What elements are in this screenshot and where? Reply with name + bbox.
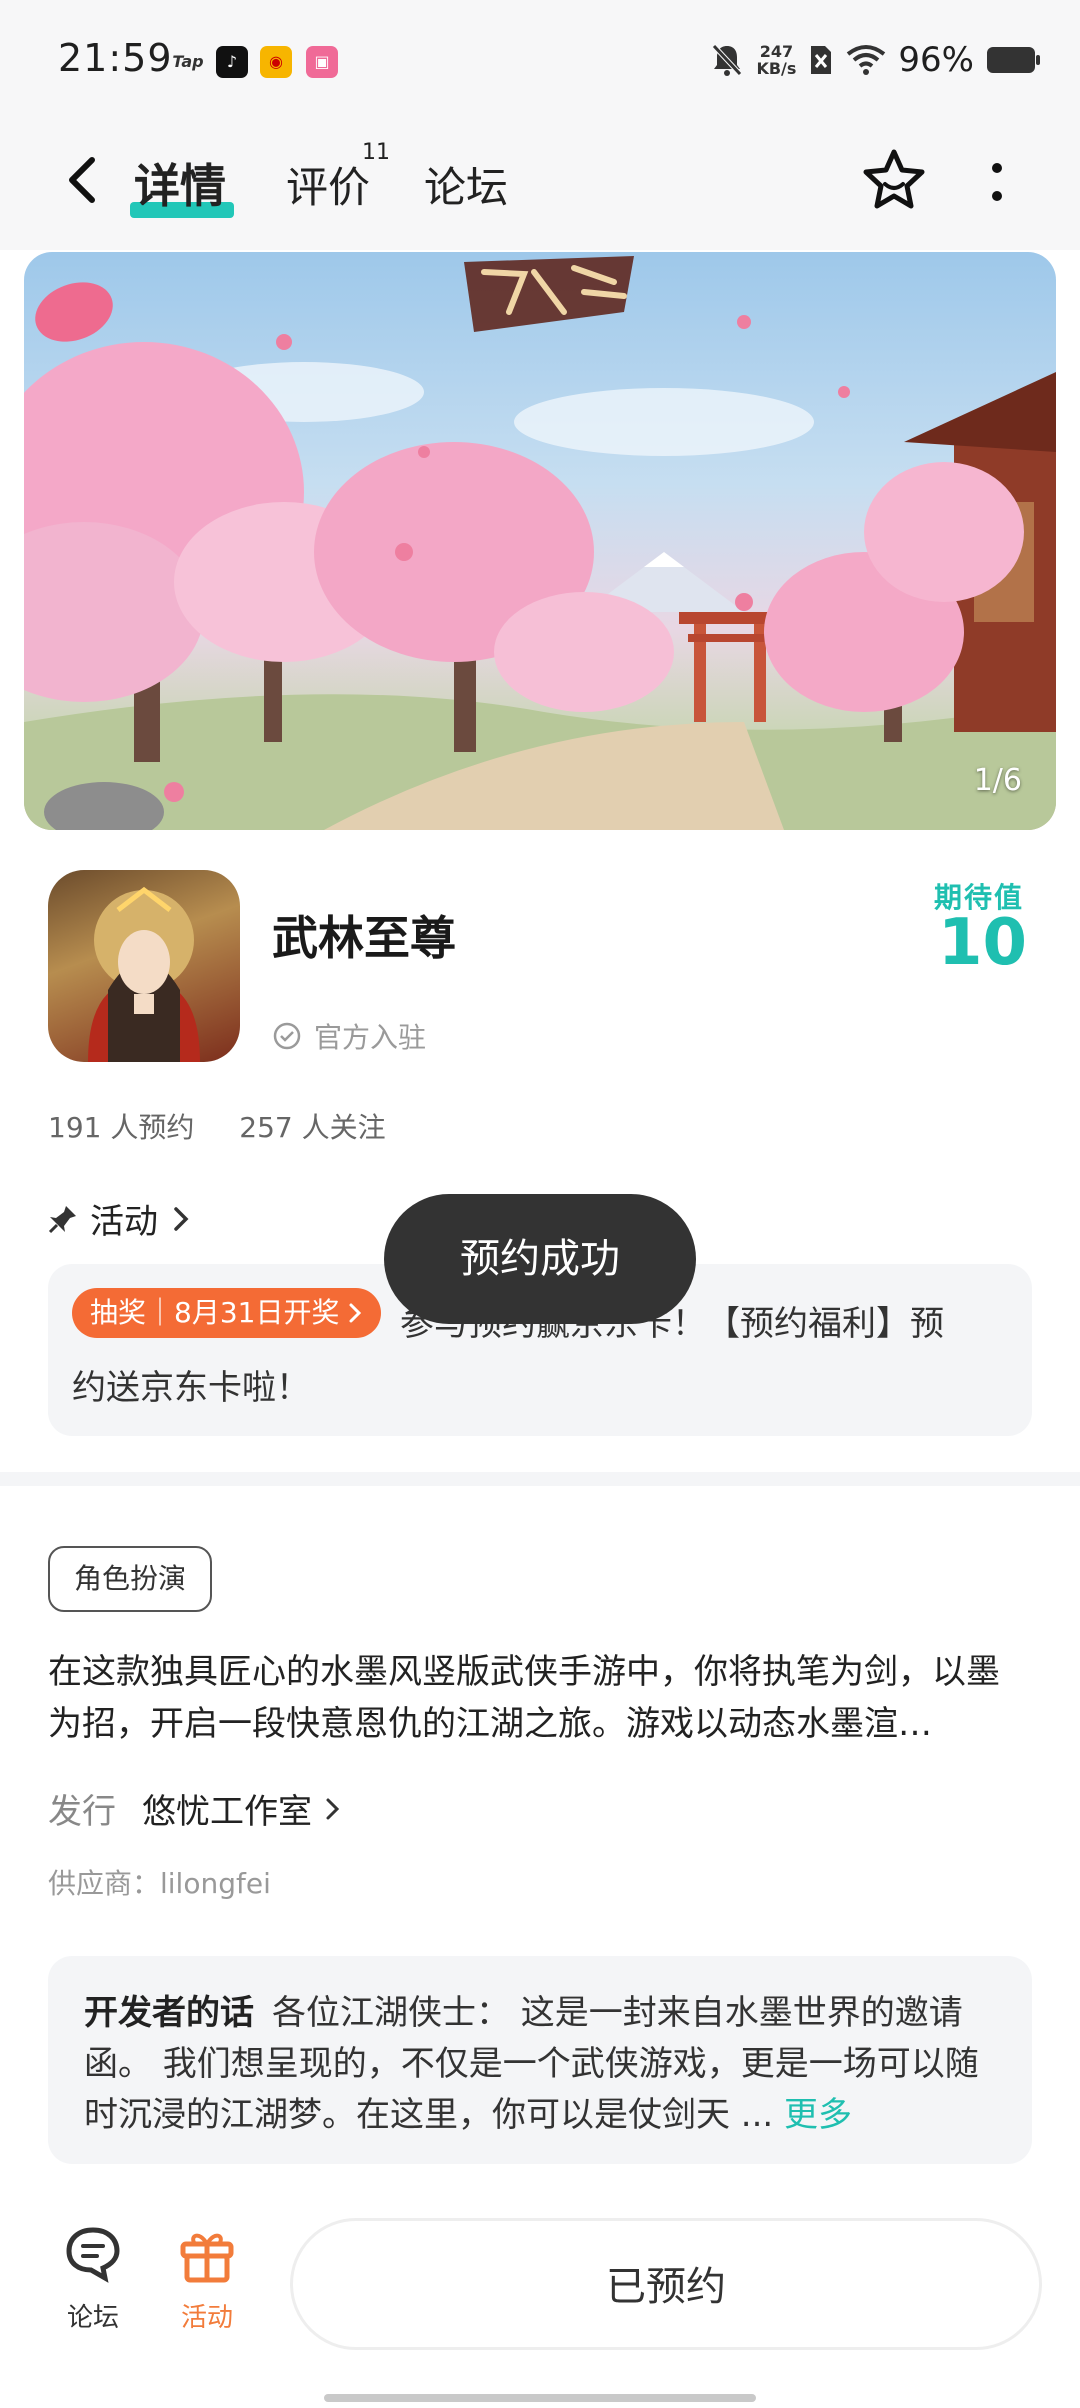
game-logo [464, 256, 634, 332]
bottom-forum-label: 论坛 [66, 2303, 119, 2333]
wifi-icon [847, 45, 886, 75]
bottom-activity-button[interactable]: 活动 [152, 2224, 262, 2334]
lottery-tag: 抽奖｜8月31日开奖 [72, 1288, 382, 1338]
activity-header[interactable]: 活动 [48, 1194, 192, 1243]
section-divider [0, 1472, 1080, 1486]
developer-note-more-link[interactable]: 更多 [784, 2095, 852, 2135]
game-description[interactable]: 在这款独具匠心的水墨风竖版武侠手游中，你将执笔为剑，以墨为招，开启一段快意恩仇的… [48, 1646, 1032, 1750]
developer-note: 开发者的话 各位江湖侠士： 这是一封来自水墨世界的邀请函。 我们想呈现的，不仅是一… [84, 1988, 1004, 2141]
official-badge: 官方入驻 [272, 1016, 426, 1056]
weibo-icon: ◉ [260, 46, 292, 78]
developer-note-card[interactable]: 开发者的话 各位江湖侠士： 这是一封来自水墨世界的邀请函。 我们想呈现的，不仅是一… [48, 1956, 1032, 2164]
more-options-icon[interactable] [982, 158, 1012, 208]
bottom-action-bar: 论坛 活动 已预约 [0, 2192, 1080, 2408]
pin-icon [48, 1205, 76, 1233]
expect-value: 10 [938, 906, 1028, 980]
tiktok-icon: ♪ [216, 46, 248, 78]
net-speed-unit: KB/s [756, 59, 797, 78]
status-bar: 21:59 Tap ♪ ◉ ▣ 247 KB/s 96% [0, 0, 1080, 120]
chevron-right-icon [174, 1206, 189, 1231]
stats-row: 191 人预约 257 人关注 [48, 1106, 422, 1146]
reservation-success-toast: 预约成功 [384, 1194, 696, 1324]
supplier: 供应商：lilongfei [48, 1867, 271, 1900]
publisher-row[interactable]: 发行 悠忧工作室 [48, 1784, 344, 1833]
taptap-icon: Tap [172, 52, 204, 71]
genre-tag[interactable]: 角色扮演 [48, 1546, 213, 1612]
bilibili-icon: ▣ [306, 46, 338, 78]
tab-forum[interactable]: 论坛 [424, 154, 508, 215]
back-arrow-icon[interactable] [54, 150, 114, 210]
publisher-chevron-icon [326, 1798, 340, 1819]
reservation-count: 191 人预约 [48, 1111, 195, 1144]
forum-chat-icon [66, 2227, 120, 2283]
battery-icon [987, 47, 1040, 73]
verified-check-icon [273, 1022, 301, 1050]
tab-reviews[interactable]: 评价 [286, 154, 370, 215]
developer-note-label: 开发者的话 [84, 1993, 254, 2033]
activity-text-line2: 约送京东卡啦！ [72, 1368, 310, 1408]
status-time: 21:59 [58, 36, 173, 80]
reserved-button[interactable]: 已预约 [290, 2218, 1042, 2350]
official-label: 官方入驻 [314, 1021, 427, 1054]
activity-header-label: 活动 [90, 1202, 158, 1242]
publisher-name[interactable]: 悠忧工作室 [142, 1784, 312, 1833]
status-right: 247 KB/s 96% [710, 38, 1042, 82]
bottom-activity-label: 活动 [180, 2303, 233, 2333]
follower-count: 257 人关注 [239, 1111, 386, 1144]
banner-counter: 1/6 [973, 763, 1022, 798]
gift-icon [180, 2233, 234, 2283]
top-nav: 详情 评价 11 论坛 [0, 120, 1080, 250]
net-speed: 247 KB/s [756, 43, 796, 77]
mute-bell-icon [712, 44, 743, 76]
game-icon-art [88, 886, 200, 1062]
sim-off-icon [811, 46, 832, 74]
home-indicator[interactable] [324, 2394, 756, 2402]
reviews-count-badge: 11 [362, 140, 390, 165]
battery-percent: 96% [898, 40, 974, 80]
tab-details[interactable]: 详情 [134, 150, 226, 216]
screenshot-banner[interactable]: 1/6 [24, 252, 1056, 830]
bottom-forum-button[interactable]: 论坛 [38, 2224, 148, 2334]
publisher-label: 发行 [48, 1792, 116, 1832]
game-icon [48, 870, 240, 1062]
net-speed-value: 247 [759, 42, 794, 61]
favorite-star-icon[interactable] [860, 146, 928, 214]
lottery-tag-label: 抽奖｜8月31日开奖 [90, 1296, 340, 1329]
lottery-chevron-icon [349, 1303, 362, 1323]
game-title: 武林至尊 [272, 911, 456, 965]
